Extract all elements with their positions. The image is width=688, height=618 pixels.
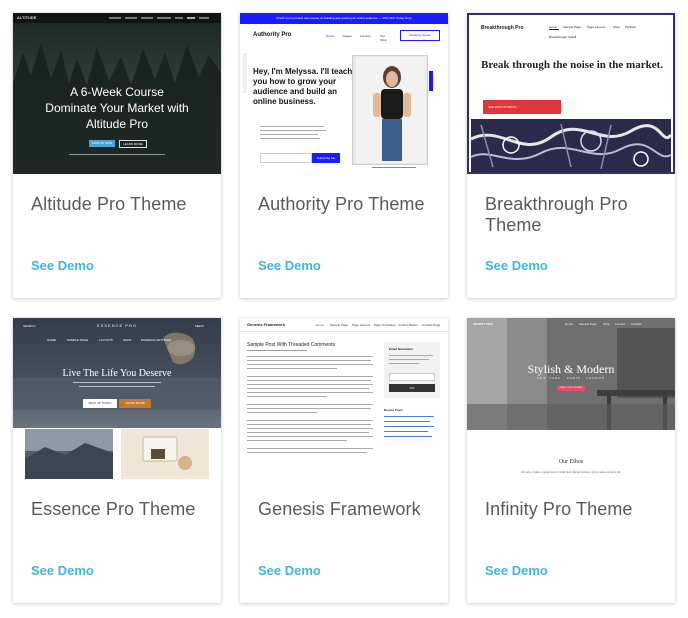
nav-page-layouts[interactable]: Page Layouts [587, 25, 605, 29]
altitude-heading-3: Altitude Pro [85, 117, 149, 131]
genesis-post-title: Sample Post With Threaded Comments [247, 342, 336, 348]
altitude-logo: ALTITUDE [17, 15, 37, 20]
newsletter-go-button[interactable]: GO [389, 384, 435, 392]
breakthrough-nav: Home Sample Page Page Layouts Shop Portf… [549, 25, 669, 29]
genesis-nav: Home Sample Page Page Layouts Page Templ… [316, 323, 444, 327]
theme-card-authority[interactable]: Check out my brand new course on buildin… [240, 13, 448, 298]
see-demo-link[interactable]: See Demo [31, 258, 94, 273]
authority-hero-text: Hey, I'm Melyssa. I'll teach you how to … [253, 67, 353, 106]
breakthrough-hero-text: Break through the noise in the market. [481, 59, 664, 71]
theme-preview-genesis[interactable]: Genesis Framework Home Sample Page Page … [240, 318, 448, 479]
theme-title: Infinity Pro Theme [485, 499, 633, 519]
breakthrough-logo: Breakthrough Pro [481, 25, 524, 31]
altitude-learn-button[interactable]: LEARN MORE [119, 140, 147, 148]
essence-menu[interactable]: MENU [195, 324, 204, 328]
nav-shop[interactable]: Shop [613, 25, 620, 29]
subscribe-button[interactable]: Subscribe Me [312, 153, 340, 163]
nav-home[interactable]: Home [565, 322, 573, 326]
theme-card-breakthrough[interactable]: Breakthrough Pro Home Sample Page Page L… [467, 13, 675, 298]
theme-preview-infinity[interactable]: INFINITY PRO Home Sample Page Shop Layou… [467, 318, 675, 479]
nav-home[interactable]: Home [316, 323, 324, 327]
essence-learn-button[interactable]: LEARN MORE [119, 399, 151, 408]
infinity-logo: INFINITY PRO [473, 322, 493, 326]
nav-sample-page[interactable]: Sample Page [330, 323, 348, 327]
infinity-cta-button[interactable]: START YOUR JOURNEY [557, 386, 585, 391]
theme-card-infinity[interactable]: INFINITY PRO Home Sample Page Shop Layou… [467, 318, 675, 603]
nav-content-bases[interactable]: Content Bases [398, 323, 418, 327]
see-demo-link[interactable]: See Demo [485, 563, 548, 578]
nav-portfolio[interactable]: Portfolio [631, 322, 642, 326]
nav-sample-page[interactable]: SAMPLE PAGE [67, 338, 88, 342]
nav-page-layouts[interactable]: Page Layouts [352, 323, 370, 327]
infinity-hero-subtitle: NEW YORK · PARIS · LONDON [536, 376, 606, 380]
nav-shop[interactable]: Shop [603, 322, 610, 326]
graffiti-image [471, 119, 671, 172]
infinity-section-text: We help creative entrepreneurs build the… [521, 470, 621, 474]
essence-nav: HOME SAMPLE PAGE LAYOUTS SHOP ESSENCE SE… [47, 338, 197, 342]
nav-portfolio[interactable]: Portfolio [625, 25, 636, 29]
nav-contact-page[interactable]: Contact Page [422, 323, 440, 327]
nav-our-shop[interactable]: Our Shop [380, 34, 387, 42]
theme-title: Authority Pro Theme [258, 194, 425, 214]
theme-card-essence[interactable]: SEARCH ESSENCE PRO MENU HOME SAMPLE PAGE… [13, 318, 221, 603]
theme-preview-breakthrough[interactable]: Breakthrough Pro Home Sample Page Page L… [467, 13, 675, 174]
authority-social-bar [243, 53, 247, 93]
person-photo [356, 57, 426, 163]
altitude-heading-1: A 6-Week Course [70, 85, 164, 99]
breakthrough-cta-button[interactable]: SEE HOW STUDIOS [483, 100, 561, 114]
altitude-nav [109, 17, 217, 19]
essence-logo: ESSENCE PRO [97, 323, 137, 328]
authority-blue-accent [429, 71, 433, 91]
infinity-hero-title: Stylish & Modern [527, 362, 615, 376]
authority-banner: Check out my brand new course on buildin… [240, 13, 448, 24]
genesis-logo: Genesis Framework [247, 322, 286, 327]
nav-sample-page[interactable]: Sample Page [563, 25, 581, 29]
theme-title: Altitude Pro Theme [31, 194, 187, 214]
genesis-sidebar-title: Email Newsletter [389, 347, 414, 351]
altitude-signup-button[interactable]: SIGN UP NOW [89, 140, 115, 147]
nav-home[interactable]: HOME [47, 338, 56, 342]
nav-shop[interactable]: SHOP [123, 338, 132, 342]
breakthrough-upsell[interactable]: Breakthrough Upsell [549, 35, 576, 39]
theme-preview-essence[interactable]: SEARCH ESSENCE PRO MENU HOME SAMPLE PAGE… [13, 318, 221, 479]
nav-page-templates[interactable]: Page Templates [374, 323, 395, 327]
see-demo-link[interactable]: See Demo [258, 563, 321, 578]
see-demo-link[interactable]: See Demo [31, 563, 94, 578]
nav-layouts[interactable]: Layouts [615, 322, 626, 326]
nav-sample-page[interactable]: Sample Page [579, 322, 597, 326]
genesis-post-body [247, 356, 377, 476]
theme-title: Breakthrough Pro Theme [485, 194, 628, 235]
essence-signup-button[interactable]: SIGN UP TODAY [83, 399, 117, 408]
infinity-section-title: Our Ethos [558, 459, 584, 465]
theme-card-altitude[interactable]: ALTITUDE A 6-Week Course Dominate Your M… [13, 13, 221, 298]
desk-image [121, 429, 209, 479]
infinity-nav: Home Sample Page Shop Layouts Portfolio [565, 322, 673, 326]
genesis-recent-posts-title: Recent Posts [384, 408, 404, 412]
coast-image [25, 429, 113, 479]
nav-layouts[interactable]: LAYOUTS [99, 338, 113, 342]
nav-essence-settings[interactable]: ESSENCE SETTINGS [141, 338, 171, 342]
see-demo-link[interactable]: See Demo [485, 258, 548, 273]
theme-preview-authority[interactable]: Check out my brand new course on buildin… [240, 13, 448, 174]
theme-title: Essence Pro Theme [31, 499, 196, 519]
newsletter-email-input[interactable] [389, 373, 435, 381]
altitude-heading-2: Dominate Your Market with [45, 101, 189, 115]
authority-logo: Authority Pro [253, 32, 292, 38]
see-demo-link[interactable]: See Demo [258, 258, 321, 273]
email-input[interactable] [260, 153, 312, 163]
nav-images[interactable]: Images [342, 34, 352, 38]
nav-layouts[interactable]: Layouts [360, 34, 371, 38]
theme-card-genesis[interactable]: Genesis Framework Home Sample Page Page … [240, 318, 448, 603]
authority-upsell-button[interactable]: Authority Upsell [400, 30, 440, 41]
nav-home[interactable]: Home [326, 34, 334, 38]
theme-title: Genesis Framework [258, 499, 421, 519]
theme-preview-altitude[interactable]: ALTITUDE A 6-Week Course Dominate Your M… [13, 13, 221, 174]
essence-hero-text: Live The Life You Deserve [62, 368, 172, 379]
